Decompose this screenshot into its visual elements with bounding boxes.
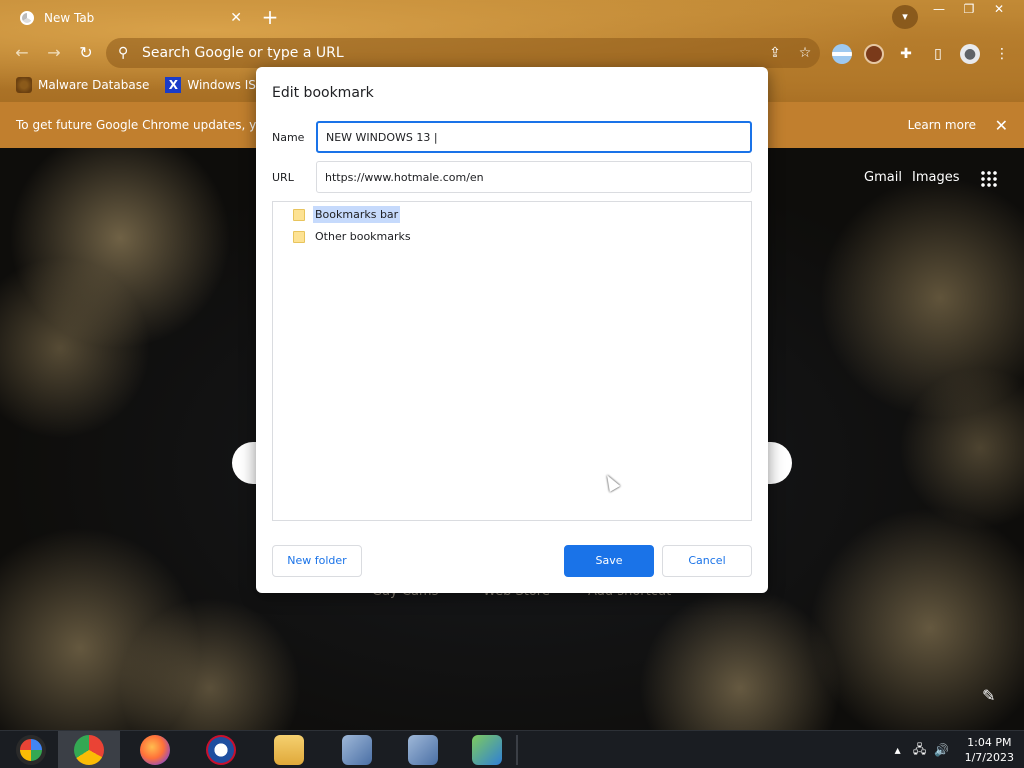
new-folder-button[interactable]: New folder xyxy=(272,545,362,577)
share-icon[interactable]: ⇪ xyxy=(760,45,790,61)
clock-time: 1:04 PM xyxy=(967,736,1012,749)
minimize-icon[interactable]: — xyxy=(924,0,954,18)
menu-kebab-icon[interactable]: ⋮ xyxy=(992,44,1012,64)
omnibox[interactable]: ⚲ ⇪ ☆ xyxy=(106,38,820,68)
volume-icon[interactable]: 🔊 xyxy=(931,743,953,757)
info-bar-close-icon[interactable]: ✕ xyxy=(995,116,1008,135)
folder-label: Bookmarks bar xyxy=(313,206,401,223)
restore-icon[interactable]: ❐ xyxy=(954,0,984,18)
x-icon: X xyxy=(165,77,182,93)
chrome-favicon-icon xyxy=(20,11,34,25)
network-icon[interactable]: 🖧 xyxy=(909,740,931,761)
tab-search-chevron-icon[interactable]: ▾ xyxy=(892,5,918,29)
bookmark-malware-database[interactable]: Malware Database xyxy=(16,77,149,93)
folder-bookmarks-bar[interactable]: Bookmarks bar xyxy=(293,206,401,223)
start-button[interactable] xyxy=(0,731,62,768)
folder-icon xyxy=(293,230,305,243)
taskbar-remote-desktop-2[interactable] xyxy=(392,731,454,768)
flag-extension-icon[interactable] xyxy=(832,44,852,64)
toolbar: ← → ↻ ⚲ ⇪ ☆ ✚ ▯ ● ⋮ xyxy=(0,36,1024,70)
forward-arrow-icon[interactable]: → xyxy=(42,41,66,65)
bookmark-label: Malware Database xyxy=(38,78,150,92)
back-arrow-icon[interactable]: ← xyxy=(10,41,34,65)
images-link[interactable]: Images xyxy=(912,170,960,185)
folder-icon xyxy=(274,735,304,765)
tab-new-tab[interactable]: New Tab ✕ xyxy=(8,4,248,32)
new-tab-plus-icon[interactable]: + xyxy=(258,4,282,30)
taskbar-divider xyxy=(516,735,518,765)
tab-title: New Tab xyxy=(44,11,95,25)
system-tray: ▴ 🖧 🔊 1:04 PM 1/7/2023 xyxy=(887,731,1024,768)
taskbar-firefox[interactable] xyxy=(124,731,186,768)
chrome-icon xyxy=(74,735,104,765)
remote-desktop-icon xyxy=(408,735,438,765)
malware-icon xyxy=(16,77,32,93)
extensions-puzzle-icon[interactable]: ✚ xyxy=(896,44,916,64)
window-controls: — ❐ ✕ xyxy=(924,0,1014,18)
folder-label: Other bookmarks xyxy=(315,230,411,243)
profile-extension-icon[interactable] xyxy=(864,44,884,64)
taskbar-chrome[interactable] xyxy=(58,731,120,768)
taskbar-remote-desktop-1[interactable] xyxy=(326,731,388,768)
start-orb-icon xyxy=(16,735,46,765)
bookmark-url-field[interactable] xyxy=(316,161,752,193)
url-label: URL xyxy=(272,171,294,184)
omnibox-input[interactable] xyxy=(142,45,760,61)
name-label: Name xyxy=(272,131,305,144)
taskbar-campaign-logo[interactable] xyxy=(190,731,252,768)
google-apps-grid-icon[interactable] xyxy=(980,170,998,188)
taskbar-file-explorer[interactable] xyxy=(258,731,320,768)
bookmark-name-field[interactable] xyxy=(316,121,752,153)
taskbar: ▴ 🖧 🔊 1:04 PM 1/7/2023 xyxy=(0,730,1024,768)
edit-bookmark-dialog: Edit bookmark Name URL Bookmarks bar Oth… xyxy=(256,67,768,593)
save-button[interactable]: Save xyxy=(564,545,654,577)
gmail-link[interactable]: Gmail xyxy=(864,170,902,185)
clock[interactable]: 1:04 PM 1/7/2023 xyxy=(965,735,1014,765)
tray-expand-icon[interactable]: ▴ xyxy=(887,743,909,757)
folder-other-bookmarks[interactable]: Other bookmarks xyxy=(293,228,413,245)
info-bar-text: To get future Google Chrome updates, you… xyxy=(16,118,275,132)
window-close-icon[interactable]: ✕ xyxy=(984,0,1014,18)
reload-icon[interactable]: ↻ xyxy=(74,41,98,65)
taskbar-users-app[interactable] xyxy=(456,731,518,768)
bookmark-star-icon[interactable]: ☆ xyxy=(790,45,820,61)
firefox-icon xyxy=(140,735,170,765)
customize-pencil-icon[interactable]: ✎ xyxy=(982,686,995,705)
learn-more-link[interactable]: Learn more xyxy=(908,118,976,132)
folder-icon xyxy=(293,208,305,221)
campaign-logo-icon xyxy=(206,735,236,765)
folder-tree[interactable]: Bookmarks bar Other bookmarks xyxy=(272,201,752,521)
dialog-title: Edit bookmark xyxy=(272,85,374,101)
side-panel-icon[interactable]: ▯ xyxy=(928,44,948,64)
remote-desktop-icon xyxy=(342,735,372,765)
search-icon: ⚲ xyxy=(118,45,129,61)
cancel-button[interactable]: Cancel xyxy=(662,545,752,577)
clock-date: 1/7/2023 xyxy=(964,751,1014,764)
users-icon xyxy=(472,735,502,765)
tab-close-icon[interactable]: ✕ xyxy=(230,10,242,26)
avatar-icon[interactable]: ● xyxy=(960,44,980,64)
